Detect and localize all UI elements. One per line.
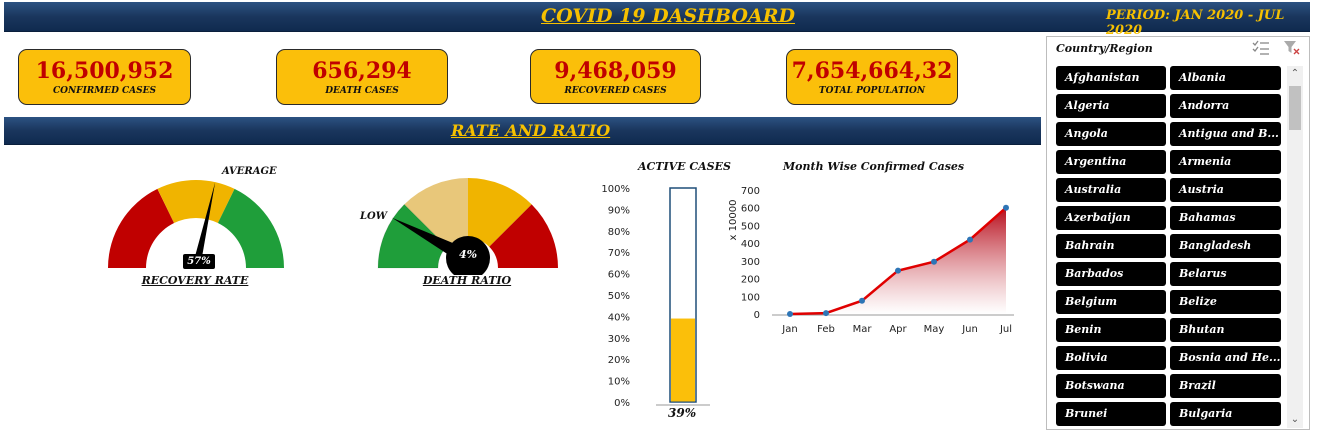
- slicer-item[interactable]: Bahamas: [1170, 206, 1281, 230]
- slicer-item[interactable]: Antigua and B...: [1170, 122, 1281, 146]
- slicer-item[interactable]: Azerbaijan: [1056, 206, 1166, 230]
- active-tick-label: 80%: [608, 227, 630, 238]
- data-point: [931, 258, 937, 265]
- active-tick-label: 70%: [608, 248, 630, 259]
- y-tick-label: 200: [741, 275, 760, 286]
- slicer-item[interactable]: Bahrain: [1056, 234, 1166, 258]
- monthly-confirmed-chart: 0 100 200 300 400 500 600 700x 10000 Jan Feb Mar Ap…: [728, 186, 1014, 335]
- slicer-item[interactable]: Armenia: [1170, 150, 1281, 174]
- y-tick-label: 0: [754, 310, 760, 321]
- kpi-value: 7,654,664,32: [791, 58, 953, 84]
- active-tick-label: 90%: [608, 205, 630, 216]
- slicer-item[interactable]: Austria: [1170, 178, 1281, 202]
- data-point: [787, 311, 793, 317]
- slicer-item[interactable]: Brazil: [1170, 374, 1281, 398]
- y-tick-label: 400: [741, 239, 760, 250]
- slicer-item[interactable]: Albania: [1170, 66, 1281, 90]
- slicer-item[interactable]: Argentina: [1056, 150, 1166, 174]
- kpi-value: 656,294: [312, 58, 412, 84]
- kpi-label: RECOVERED CASES: [564, 85, 667, 96]
- x-tick-label: May: [924, 324, 945, 335]
- kpi-value: 16,500,952: [35, 58, 174, 84]
- slicer-scroll-thumb[interactable]: [1289, 86, 1301, 130]
- low-marker-label: LOW: [360, 211, 387, 222]
- y-tick-label: 600: [741, 204, 760, 215]
- data-point: [895, 267, 901, 274]
- kpi-confirmed-cases: 16,500,952 CONFIRMED CASES: [18, 49, 191, 105]
- kpi-recovered-cases: 9,468,059 RECOVERED CASES: [530, 49, 701, 104]
- kpi-total-population: 7,654,664,32 TOTAL POPULATION: [786, 49, 958, 105]
- data-point: [967, 236, 973, 243]
- y-tick-label: 700: [741, 186, 760, 197]
- slicer-item[interactable]: Australia: [1056, 178, 1166, 202]
- active-cases-value: 39%: [668, 406, 697, 420]
- y-tick-label: 100: [741, 292, 760, 303]
- scroll-down-arrow-icon[interactable]: ⌄: [1287, 412, 1303, 428]
- slicer-title: Country/Region: [1056, 42, 1153, 55]
- active-tick-label: 50%: [608, 291, 630, 302]
- death-ratio-label: DEATH RATIO: [422, 274, 512, 287]
- slicer-item[interactable]: Bangladesh: [1170, 234, 1281, 258]
- x-tick-label: Mar: [853, 324, 873, 335]
- data-point: [859, 297, 865, 304]
- death-value-text: 4%: [458, 248, 478, 261]
- active-tick-label: 100%: [601, 184, 630, 195]
- slicer-item[interactable]: Angola: [1056, 122, 1166, 146]
- dashboard-title: COVID 19 DASHBOARD: [541, 5, 795, 27]
- slicer-item[interactable]: Bhutan: [1170, 318, 1281, 342]
- active-tick-label: 20%: [608, 355, 630, 366]
- active-bar-fill: [671, 318, 695, 402]
- slicer-item[interactable]: Belgium: [1056, 290, 1166, 314]
- x-tick-label: Jul: [999, 324, 1012, 335]
- slicer-item[interactable]: Benin: [1056, 318, 1166, 342]
- slicer-item[interactable]: Barbados: [1056, 262, 1166, 286]
- recovery-value-text: 57%: [187, 256, 211, 267]
- active-cases-chart: 100% 90% 80% 70% 60% 50% 40% 30% 20% 10% 0%: [601, 184, 710, 409]
- scroll-up-arrow-icon[interactable]: ⌃: [1287, 66, 1303, 82]
- y-tick-label: 300: [741, 257, 760, 268]
- y-tick-label: 500: [741, 221, 760, 232]
- x-tick-label: Jan: [781, 324, 797, 335]
- slicer-item[interactable]: Andorra: [1170, 94, 1281, 118]
- kpi-label: DEATH CASES: [325, 86, 399, 96]
- y-axis-label: x 10000: [728, 200, 739, 241]
- multi-select-icon[interactable]: [1252, 40, 1270, 56]
- slicer-item[interactable]: Afghanistan: [1056, 66, 1166, 90]
- kpi-label: TOTAL POPULATION: [818, 86, 926, 96]
- active-tick-label: 40%: [608, 312, 630, 323]
- active-tick-label: 10%: [608, 377, 630, 388]
- slicer-item[interactable]: Algeria: [1056, 94, 1166, 118]
- data-point: [823, 310, 829, 317]
- period-label: PERIOD: JAN 2020 - JUL 2020: [1106, 8, 1285, 38]
- kpi-label: CONFIRMED CASES: [52, 86, 157, 96]
- average-marker-label: AVERAGE: [222, 166, 277, 177]
- active-tick-label: 60%: [608, 270, 630, 281]
- slicer-item[interactable]: Bosnia and He...: [1170, 346, 1281, 370]
- slicer-items: Afghanistan Albania Algeria Andorra Angola An…: [1056, 66, 1282, 430]
- area-fill: [790, 207, 1006, 314]
- recovery-value-badge: 57%: [183, 254, 215, 269]
- x-tick-label: Feb: [817, 324, 835, 335]
- active-cases-title: ACTIVE CASES: [638, 160, 731, 173]
- x-tick-label: Jun: [961, 324, 978, 335]
- recovery-rate-label: RECOVERY RATE: [141, 274, 249, 287]
- section-title: RATE AND RATIO: [451, 121, 611, 140]
- slicer-item[interactable]: Botswana: [1056, 374, 1166, 398]
- slicer-item[interactable]: Belize: [1170, 290, 1281, 314]
- kpi-value: 9,468,059: [554, 57, 677, 84]
- active-tick-label: 30%: [608, 334, 630, 345]
- data-point: [1003, 204, 1009, 211]
- slicer-item[interactable]: Bolivia: [1056, 346, 1166, 370]
- monthly-chart-title: Month Wise Confirmed Cases: [783, 160, 965, 173]
- active-tick-label: 0%: [614, 398, 630, 409]
- kpi-death-cases: 656,294 DEATH CASES: [276, 49, 448, 105]
- slicer-item[interactable]: Brunei: [1056, 402, 1166, 426]
- clear-filter-icon[interactable]: [1283, 40, 1301, 56]
- slicer-item[interactable]: Belarus: [1170, 262, 1281, 286]
- x-tick-label: Apr: [889, 324, 907, 335]
- slicer-item[interactable]: Bulgaria: [1170, 402, 1281, 426]
